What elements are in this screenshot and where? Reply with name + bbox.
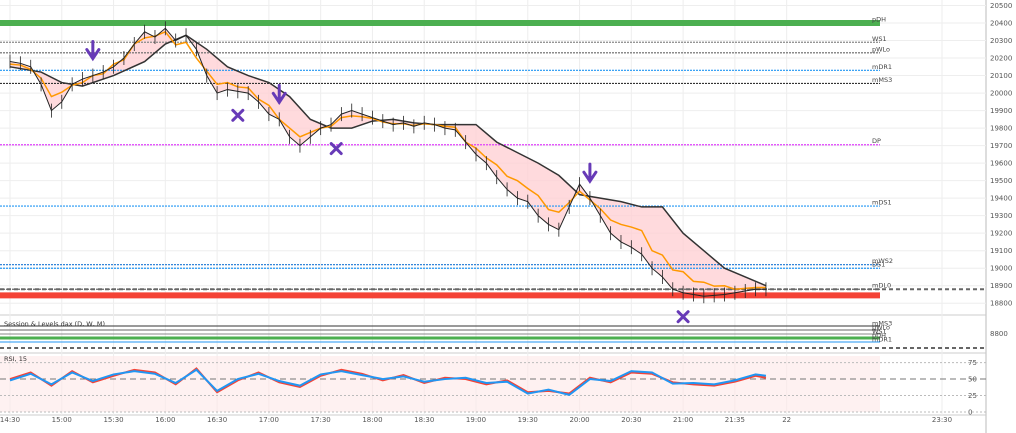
x-tick-label: 17:30: [311, 416, 331, 424]
y-tick-label: 19400: [990, 195, 1012, 203]
y-tick-label: 20100: [990, 72, 1012, 80]
y-tick-label: 19800: [990, 125, 1012, 133]
x-tick-label: 23:30: [932, 416, 952, 424]
x-tick-label: 17:00: [259, 416, 279, 424]
y-tick-label: 18900: [990, 282, 1012, 290]
y-tick-label: 18800: [990, 300, 1012, 308]
x-tick-label: 15:30: [103, 416, 123, 424]
y-tick-label: 19600: [990, 160, 1012, 168]
x-tick-label: 19:30: [518, 416, 538, 424]
level-label: pDH: [872, 16, 886, 24]
x-tick-label: 18:30: [414, 416, 434, 424]
x-tick-label: 14:30: [0, 416, 20, 424]
level-label: DP: [872, 137, 881, 145]
x-tick-label: 22: [782, 416, 791, 424]
y-tick-label: 20300: [990, 37, 1012, 45]
rsi-pane-title: RSI, 15: [4, 355, 27, 363]
x-tick-label: 20:30: [621, 416, 641, 424]
level-label: mMS3: [872, 76, 892, 84]
level-label: mDS1: [872, 199, 892, 207]
rsi-pane-background: [0, 356, 880, 412]
chart-container: 14:30 15:00 15:30 16:00 16:30 17:00 17:30 18:00…: [0, 0, 1016, 433]
chart-svg: 14:30 15:00 15:30 16:00 16:30 17:00 17:30 18:00…: [0, 0, 1012, 433]
y-tick-label: 19200: [990, 230, 1012, 238]
x-tick-label: 18:00: [362, 416, 382, 424]
level-label: DS1: [872, 261, 885, 269]
x-tick-label: 20:00: [569, 416, 589, 424]
middle-pane-level-label: mDR1: [872, 336, 892, 344]
y-tick-label: 19900: [990, 107, 1012, 115]
x-tick-label: 16:30: [207, 416, 227, 424]
x-tick-label: 21:00: [673, 416, 693, 424]
level-label: pWLo: [872, 45, 890, 53]
y-tick-label: 19700: [990, 142, 1012, 150]
x-tick-label: 15:00: [52, 416, 72, 424]
x-tick-label: 16:00: [155, 416, 175, 424]
middle-pane-title: Session & Levels dax (D, W, M): [4, 320, 105, 328]
y-tick-label: 20000: [990, 90, 1012, 98]
y-tick-label: 19100: [990, 247, 1012, 255]
middle-pane-y-tick: 8800: [990, 330, 1008, 338]
y-tick-label: 20400: [990, 20, 1012, 28]
level-label: mDR1: [872, 63, 892, 71]
level-label: WS1: [872, 35, 887, 43]
level-label: mDL0: [872, 282, 891, 290]
y-tick-label: 20500: [990, 2, 1012, 10]
y-tick-label: 19500: [990, 177, 1012, 185]
y-tick-label: 20200: [990, 55, 1012, 63]
x-tick-label: 19:00: [466, 416, 486, 424]
y-tick-label: 19300: [990, 212, 1012, 220]
y-tick-label: 19000: [990, 265, 1012, 273]
x-tick-label: 21:35: [725, 416, 745, 424]
